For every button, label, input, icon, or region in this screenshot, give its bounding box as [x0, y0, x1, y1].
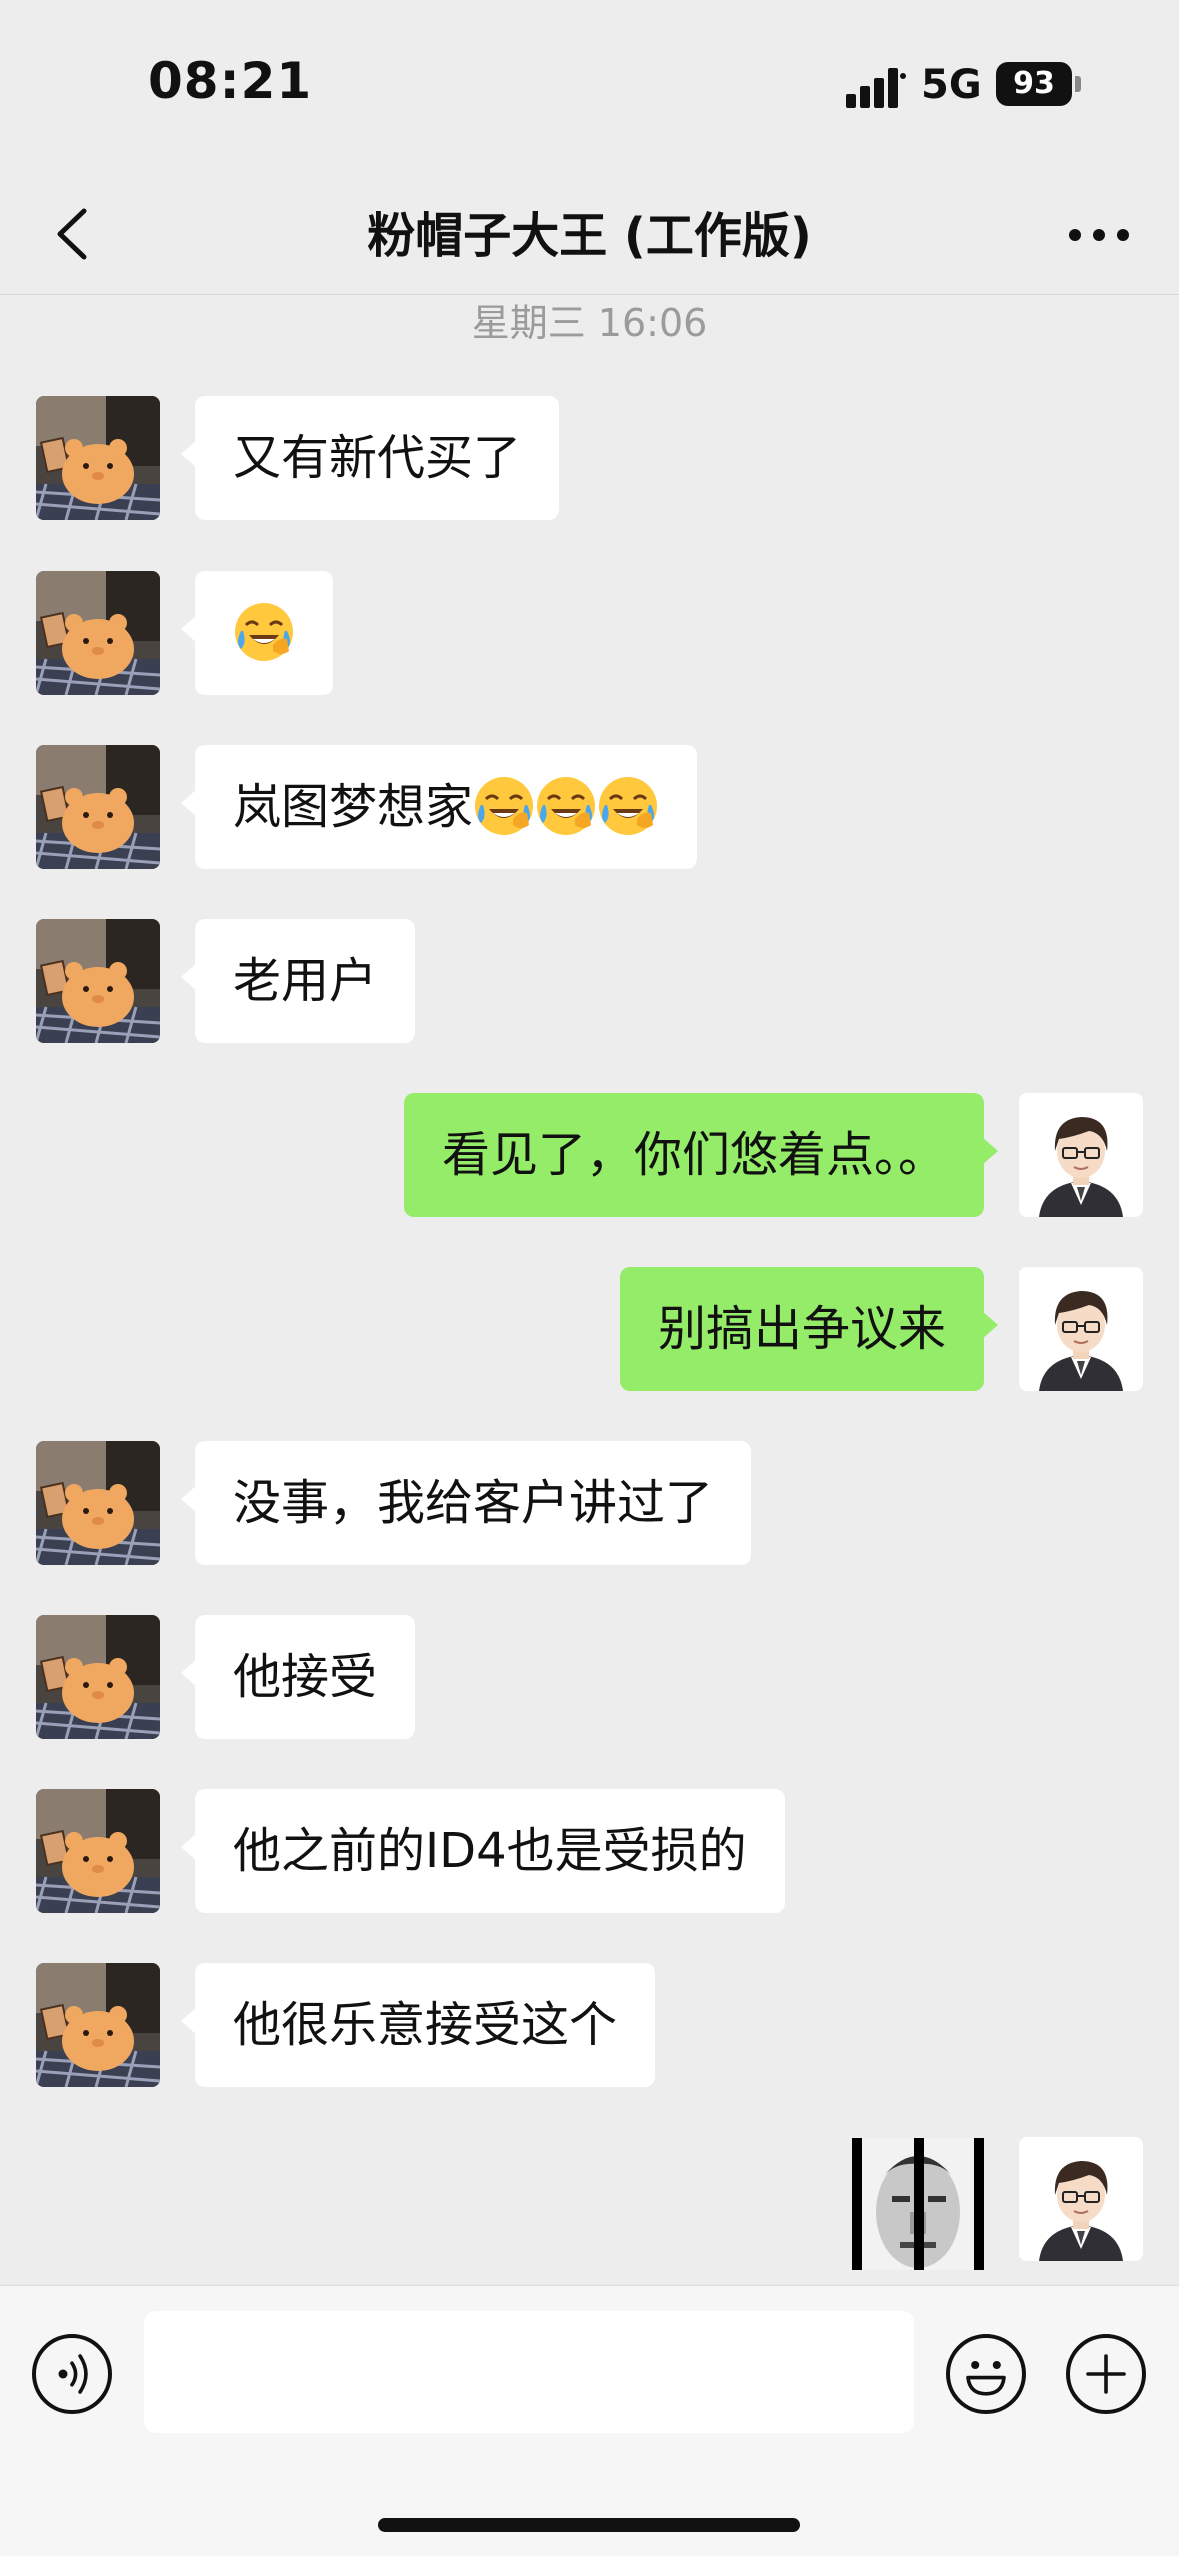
network-type: 5G [921, 62, 982, 108]
message-bubble[interactable]: 别搞出争议来 [619, 1267, 999, 1391]
avatar[interactable] [36, 571, 160, 695]
chat-header: 粉帽子大王 (工作版) [0, 170, 1179, 295]
home-indicator[interactable] [378, 2518, 800, 2532]
status-bar: 08:21 5G 93 [0, 0, 1179, 170]
message-bubble[interactable]: 他很乐意接受这个 [180, 1963, 656, 2087]
message-row: 岚图梦想家 [0, 745, 1179, 869]
message-row [0, 571, 1179, 695]
emoji-icon[interactable] [946, 2334, 1026, 2414]
avatar[interactable] [36, 1441, 160, 1565]
message-text: 看见了，你们悠着点。。 [441, 1127, 946, 1183]
message-row: 看见了，你们悠着点。。 [0, 1093, 1179, 1217]
battery-indicator: 93 [996, 62, 1072, 106]
message-text: 又有新代买了 [233, 430, 522, 486]
message-row: 老用户 [0, 919, 1179, 1043]
message-text: 别搞出争议来 [657, 1301, 946, 1357]
voice-icon[interactable] [32, 2334, 112, 2414]
message-row: 没事，我给客户讲过了 [0, 1441, 1179, 1565]
message-row: 他接受 [0, 1615, 1179, 1739]
message-text: 老用户 [233, 953, 378, 1009]
laugh-cry-emoji-icon [535, 775, 597, 837]
message-bubble[interactable]: 看见了，你们悠着点。。 [403, 1093, 999, 1217]
input-bar [0, 2285, 1179, 2556]
message-bubble[interactable]: 他之前的ID4也是受损的 [181, 1789, 785, 1913]
message-row: 别搞出争议来 [0, 1267, 1179, 1391]
message-row: 又有新代买了 [0, 396, 1179, 520]
message-text: 他接受 [233, 1649, 378, 1705]
avatar[interactable] [36, 1963, 160, 2087]
message-row: 他之前的ID4也是受损的 [0, 1789, 1179, 1913]
avatar[interactable] [36, 745, 160, 869]
laugh-cry-emoji-icon [473, 775, 535, 837]
message-text: 岚图梦想家 [233, 779, 474, 835]
sticker-image[interactable] [852, 2138, 984, 2270]
message-text: 没事，我给客户讲过了 [233, 1475, 714, 1531]
message-bubble[interactable]: 岚图梦想家 [180, 745, 698, 869]
message-bubble[interactable]: 没事，我给客户讲过了 [180, 1441, 752, 1565]
plus-icon[interactable] [1066, 2334, 1146, 2414]
avatar[interactable] [1019, 1093, 1143, 1217]
battery-cap [1075, 76, 1081, 92]
message-timestamp: 星期三 16:06 [471, 301, 708, 345]
avatar[interactable] [36, 919, 160, 1043]
message-bubble[interactable]: 他接受 [180, 1615, 416, 1739]
message-bubble[interactable]: 又有新代买了 [180, 396, 560, 520]
more-button[interactable] [1059, 200, 1139, 270]
avatar[interactable] [36, 396, 160, 520]
avatar[interactable] [36, 1615, 160, 1739]
avatar[interactable] [1019, 1267, 1143, 1391]
message-row [0, 2137, 1179, 2261]
more-dots-icon [1069, 229, 1129, 241]
message-bubble[interactable] [181, 571, 333, 695]
signal-icon [846, 68, 906, 108]
laugh-cry-emoji-icon [233, 601, 295, 663]
avatar[interactable] [1019, 2137, 1143, 2261]
status-time: 08:21 [148, 52, 313, 110]
laugh-cry-emoji-icon [597, 775, 659, 837]
message-input[interactable] [144, 2311, 914, 2433]
message-bubble[interactable]: 老用户 [180, 919, 416, 1043]
avatar[interactable] [36, 1789, 160, 1913]
chat-title: 粉帽子大王 (工作版) [367, 208, 812, 264]
message-text: 他之前的ID4也是受损的 [233, 1823, 747, 1879]
message-text: 他很乐意接受这个 [233, 1997, 618, 2053]
message-row: 他很乐意接受这个 [0, 1963, 1179, 2087]
